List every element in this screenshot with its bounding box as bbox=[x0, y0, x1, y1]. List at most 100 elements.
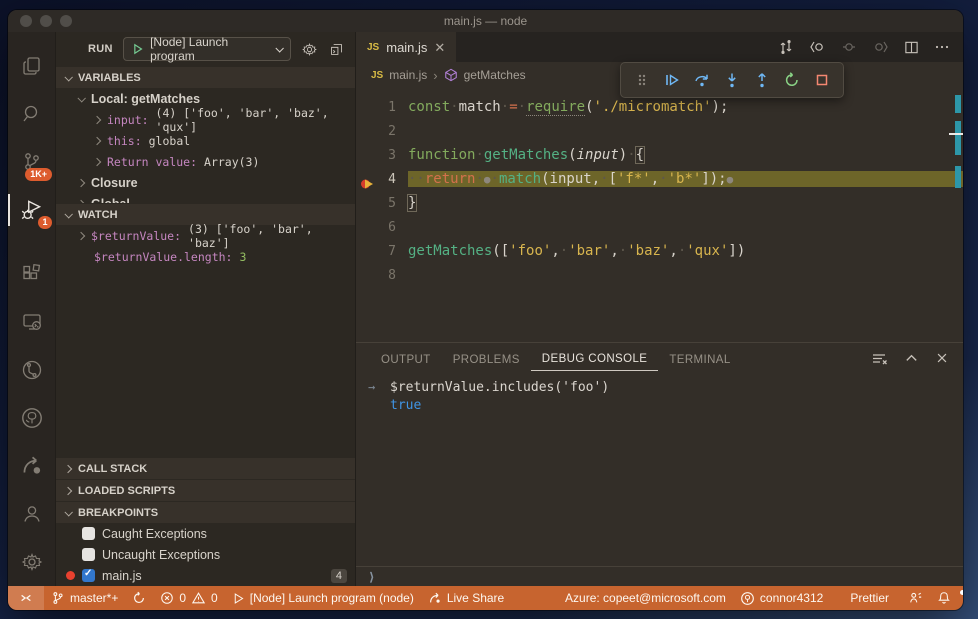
code-line-8[interactable]: 8 bbox=[356, 263, 963, 287]
tab-main-js[interactable]: JS main.js ✕ bbox=[356, 32, 457, 62]
remote-indicator[interactable] bbox=[8, 586, 44, 610]
open-debug-console-icon[interactable] bbox=[328, 41, 345, 58]
close-window-button[interactable] bbox=[20, 15, 32, 27]
accounts-icon[interactable] bbox=[8, 490, 55, 538]
breakpoints-section-header[interactable]: BREAKPOINTS bbox=[56, 501, 355, 523]
stop-icon[interactable] bbox=[808, 66, 836, 94]
git-branch-status[interactable]: master*+ bbox=[44, 586, 125, 610]
reverse-continue-icon[interactable] bbox=[809, 39, 826, 55]
variable-row-return-value[interactable]: Return value: Array(3) bbox=[56, 151, 355, 172]
call-stack-section-header[interactable]: CALL STACK bbox=[56, 457, 355, 479]
global-row-clipped[interactable]: Global bbox=[56, 193, 355, 203]
continue-icon[interactable] bbox=[658, 66, 686, 94]
live-share-icon[interactable] bbox=[8, 442, 55, 490]
watch-row-length[interactable]: $returnValue.length: 3 bbox=[56, 246, 355, 267]
chevron-down-icon bbox=[64, 507, 73, 517]
console-input-field[interactable]: ⟩ bbox=[356, 566, 963, 586]
drag-handle-icon[interactable] bbox=[628, 66, 656, 94]
clear-console-icon[interactable] bbox=[871, 351, 888, 367]
step-over-icon[interactable] bbox=[688, 66, 716, 94]
code-line-4[interactable]: 4 ··return·●·match(input,·['f*',·'b*']);… bbox=[356, 167, 963, 191]
caught-exceptions-row[interactable]: Caught Exceptions bbox=[56, 523, 355, 544]
step-out-icon[interactable] bbox=[748, 66, 776, 94]
extensions-icon[interactable] bbox=[8, 250, 55, 298]
explorer-icon[interactable] bbox=[8, 42, 55, 90]
source-control-icon[interactable]: 1K+ bbox=[8, 138, 55, 186]
breakpoint-file-checkbox[interactable] bbox=[82, 568, 95, 582]
line-number[interactable]: 2 bbox=[356, 124, 408, 139]
watch-row-return-value[interactable]: $returnValue: (3) ['foo', 'bar', 'baz'] bbox=[56, 222, 355, 250]
zoom-window-button[interactable] bbox=[60, 15, 72, 27]
code-line-5[interactable]: 5 } bbox=[356, 191, 963, 215]
open-changes-icon[interactable] bbox=[778, 39, 794, 55]
chevron-down-icon bbox=[64, 209, 73, 219]
breadcrumb-file[interactable]: main.js bbox=[389, 68, 427, 82]
closure-label: Closure bbox=[91, 175, 138, 190]
notifications-status[interactable] bbox=[930, 586, 963, 610]
breakpoint-arrow-icon[interactable] bbox=[360, 176, 376, 192]
close-panel-icon[interactable] bbox=[935, 351, 949, 365]
caught-exceptions-checkbox[interactable] bbox=[82, 527, 95, 540]
close-tab-icon[interactable]: ✕ bbox=[434, 41, 445, 54]
code-line-7[interactable]: 7 getMatches(['foo',·'bar',·'baz',·'qux'… bbox=[356, 239, 963, 263]
code-line-6[interactable]: 6 bbox=[356, 215, 963, 239]
tab-terminal[interactable]: TERMINAL bbox=[658, 348, 741, 371]
line-number[interactable]: 1 bbox=[356, 100, 408, 115]
debug-settings-gear-icon[interactable] bbox=[301, 41, 318, 58]
closure-row[interactable]: Closure bbox=[56, 172, 355, 193]
debug-badge: 1 bbox=[37, 216, 52, 229]
run-and-debug-icon[interactable]: 1 bbox=[8, 186, 55, 234]
line-number[interactable]: 4 bbox=[356, 172, 408, 188]
window-controls[interactable] bbox=[20, 15, 72, 27]
github-account-status[interactable]: connor4312 bbox=[733, 586, 830, 610]
breakpoint-file-row[interactable]: main.js 4 bbox=[56, 565, 355, 586]
search-icon[interactable] bbox=[8, 90, 55, 138]
sync-status[interactable] bbox=[125, 586, 153, 610]
line-number[interactable]: 8 bbox=[356, 268, 408, 283]
overview-ruler[interactable] bbox=[949, 88, 963, 342]
test-explorer-icon[interactable] bbox=[8, 346, 55, 394]
launch-config-dropdown[interactable]: [Node] Launch program bbox=[122, 35, 291, 63]
more-actions-icon[interactable] bbox=[934, 39, 950, 55]
remote-explorer-icon[interactable] bbox=[8, 298, 55, 346]
settings-gear-icon[interactable] bbox=[8, 538, 55, 586]
code-line-2[interactable]: 2 bbox=[356, 119, 963, 143]
github-icon[interactable] bbox=[8, 394, 55, 442]
breadcrumb-symbol[interactable]: getMatches bbox=[464, 68, 526, 82]
split-editor-icon[interactable] bbox=[904, 40, 919, 55]
debug-toolbar[interactable] bbox=[620, 62, 844, 98]
uncaught-exceptions-row[interactable]: Uncaught Exceptions bbox=[56, 544, 355, 565]
debug-launch-status[interactable]: [Node] Launch program (node) bbox=[225, 586, 421, 610]
tab-debug-console[interactable]: DEBUG CONSOLE bbox=[530, 347, 659, 371]
live-share-status[interactable]: Live Share bbox=[421, 586, 511, 610]
start-debug-icon[interactable] bbox=[132, 43, 143, 55]
step-into-icon[interactable] bbox=[718, 66, 746, 94]
tab-output[interactable]: OUTPUT bbox=[370, 348, 442, 371]
feedback-status[interactable] bbox=[896, 586, 930, 610]
line-number[interactable]: 6 bbox=[356, 220, 408, 235]
code-line-3[interactable]: 3 function·getMatches(input)·{ bbox=[356, 143, 963, 167]
azure-account-status[interactable]: Azure: copeet@microsoft.com bbox=[558, 586, 733, 610]
pause-circle-icon[interactable] bbox=[841, 39, 857, 55]
loaded-scripts-section-header[interactable]: LOADED SCRIPTS bbox=[56, 479, 355, 501]
line-number[interactable]: 5 bbox=[356, 196, 408, 211]
tab-problems[interactable]: PROBLEMS bbox=[442, 348, 531, 371]
code-editor[interactable]: 1 const·match·=·require('./micromatch');… bbox=[356, 88, 963, 342]
line-number[interactable]: 7 bbox=[356, 244, 408, 259]
code-line-1[interactable]: 1 const·match·=·require('./micromatch'); bbox=[356, 95, 963, 119]
variable-row-input[interactable]: input: (4) ['foo', 'bar', 'baz', 'qux'] bbox=[56, 106, 355, 134]
problems-status[interactable]: 0 0 bbox=[153, 586, 224, 610]
variables-section-header[interactable]: VARIABLES bbox=[56, 66, 355, 88]
debug-console-output[interactable]: → $returnValue.includes('foo') true bbox=[356, 375, 963, 566]
continue-alt-icon[interactable] bbox=[872, 39, 889, 55]
line-number[interactable]: 3 bbox=[356, 148, 408, 163]
tab-label: main.js bbox=[386, 39, 428, 55]
minimize-window-button[interactable] bbox=[40, 15, 52, 27]
uncaught-exceptions-checkbox[interactable] bbox=[82, 548, 95, 561]
variable-row-this[interactable]: this: global bbox=[56, 130, 355, 151]
collapse-panel-icon[interactable] bbox=[904, 351, 919, 366]
restart-icon[interactable] bbox=[778, 66, 806, 94]
prettier-status[interactable]: Prettier bbox=[830, 586, 896, 610]
ruler-mark bbox=[955, 121, 961, 155]
